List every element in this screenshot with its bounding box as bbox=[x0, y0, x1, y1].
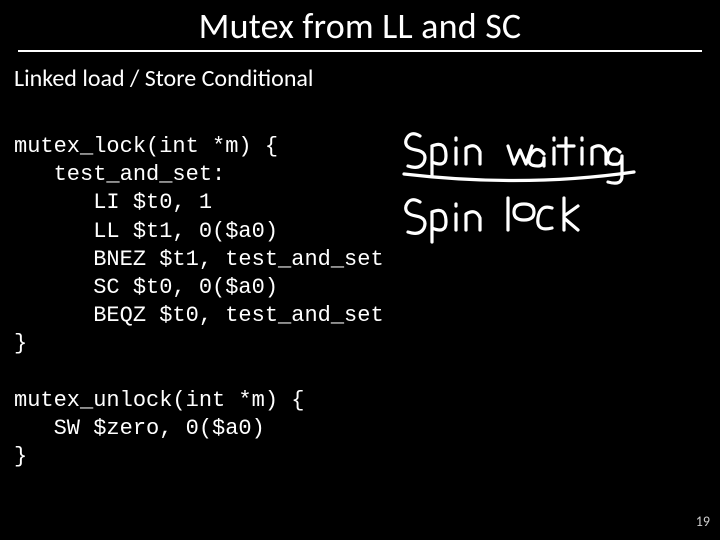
code-line: BEQZ $t0, test_and_set bbox=[14, 303, 384, 328]
code-line: } bbox=[14, 331, 27, 356]
title-underline bbox=[18, 50, 702, 52]
code-line: mutex_lock(int *m) { bbox=[14, 134, 278, 159]
code-line: LL $t1, 0($a0) bbox=[14, 219, 278, 244]
page-number: 19 bbox=[696, 513, 710, 530]
code-line: BNEZ $t1, test_and_set bbox=[14, 247, 384, 272]
code-line: } bbox=[14, 444, 27, 469]
code-line: test_and_set: bbox=[14, 162, 225, 187]
slide-subheading: Linked load / Store Conditional bbox=[0, 60, 720, 105]
code-line: SC $t0, 0($a0) bbox=[14, 275, 278, 300]
code-block: mutex_lock(int *m) { test_and_set: LI $t… bbox=[0, 105, 720, 471]
slide-title: Mutex from LL and SC bbox=[0, 0, 720, 50]
code-line: LI $t0, 1 bbox=[14, 190, 212, 215]
slide: Mutex from LL and SC Linked load / Store… bbox=[0, 0, 720, 540]
code-line: mutex_unlock(int *m) { bbox=[14, 388, 304, 413]
code-line: SW $zero, 0($a0) bbox=[14, 416, 265, 441]
